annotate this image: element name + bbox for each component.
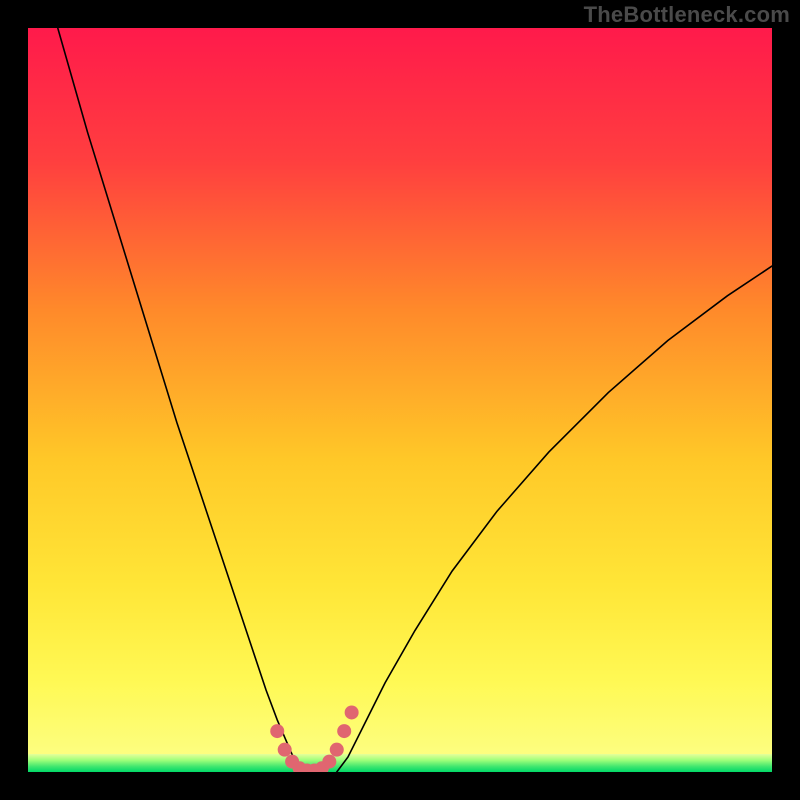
chart-point <box>330 743 344 757</box>
chart-point <box>345 705 359 719</box>
green-band <box>28 754 772 772</box>
chart-point <box>322 755 336 769</box>
chart-point <box>270 724 284 738</box>
watermark-text: TheBottleneck.com <box>584 2 790 28</box>
chart-point <box>278 743 292 757</box>
chart-svg <box>28 28 772 772</box>
plot-area <box>28 28 772 772</box>
chart-point <box>337 724 351 738</box>
gradient-background <box>28 28 772 772</box>
chart-frame: TheBottleneck.com <box>0 0 800 800</box>
